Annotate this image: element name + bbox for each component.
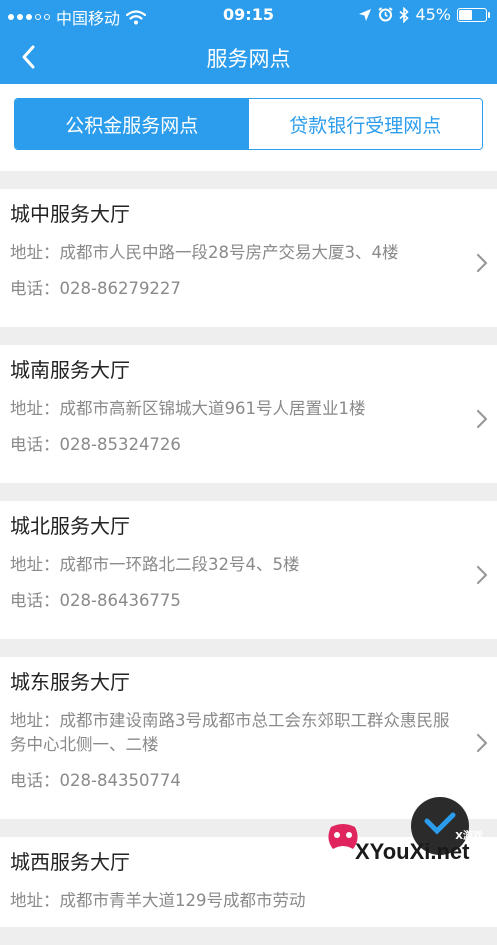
outlet-address: 地址：成都市高新区锦城大道961号人居置业1楼 xyxy=(10,399,366,418)
status-right: 45% xyxy=(358,5,490,24)
tab-loan-bank-outlets[interactable]: 贷款银行受理网点 xyxy=(248,99,482,149)
outlet-name: 城北服务大厅 xyxy=(10,514,130,538)
location-arrow-icon xyxy=(359,8,372,21)
chevron-right-icon xyxy=(476,733,488,753)
outlet-phone: 电话：028-86436775 xyxy=(10,591,181,610)
outlet-phone: 电话：028-86279227 xyxy=(10,279,181,298)
outlet-address: 地址：成都市青羊大道129号成都市劳动 xyxy=(10,891,306,910)
segmented-tabs: 公积金服务网点 贷款银行受理网点 xyxy=(14,98,483,150)
alarm-icon xyxy=(378,7,394,22)
tab-provident-fund-outlets[interactable]: 公积金服务网点 xyxy=(15,99,249,149)
chevron-right-icon xyxy=(476,409,488,429)
outlet-address: 地址：成都市人民中路一段28号房产交易大厦3、4楼 xyxy=(10,243,399,262)
page-title: 服务网点 xyxy=(206,47,291,71)
watermark: X游戏 XYouXi.net xyxy=(321,797,491,877)
outlet-phone: 电话：028-84350774 xyxy=(10,771,181,790)
nav-bar: 服务网点 xyxy=(0,30,497,84)
outlet-name: 城中服务大厅 xyxy=(10,202,130,226)
outlet-card[interactable]: 城北服务大厅 地址：成都市一环路北二段32号4、5楼 电话：028-864367… xyxy=(0,501,497,639)
tabs-container: 公积金服务网点 贷款银行受理网点 xyxy=(0,84,497,171)
chevron-right-icon xyxy=(476,253,488,273)
outlet-name: 城东服务大厅 xyxy=(10,670,130,694)
chevron-right-icon xyxy=(476,565,488,585)
bluetooth-icon xyxy=(399,6,410,23)
outlet-address: 地址：成都市建设南路3号成都市总工会东郊职工群众惠民服务中心北侧一、二楼 xyxy=(10,711,450,754)
app-header: 中国移动 09:15 45% 服务网点 xyxy=(0,0,497,84)
battery-percent: 45% xyxy=(415,5,451,24)
battery-icon xyxy=(457,7,490,22)
outlet-phone: 电话：028-85324726 xyxy=(10,435,181,454)
outlet-address: 地址：成都市一环路北二段32号4、5楼 xyxy=(10,555,300,574)
outlet-card[interactable]: 城南服务大厅 地址：成都市高新区锦城大道961号人居置业1楼 电话：028-85… xyxy=(0,345,497,483)
outlet-card[interactable]: 城中服务大厅 地址：成都市人民中路一段28号房产交易大厦3、4楼 电话：028-… xyxy=(0,189,497,327)
outlet-name: 城南服务大厅 xyxy=(10,358,130,382)
status-bar: 中国移动 09:15 45% xyxy=(0,0,497,30)
watermark-text: XYouXi.net xyxy=(355,839,470,864)
outlet-card[interactable]: 城东服务大厅 地址：成都市建设南路3号成都市总工会东郊职工群众惠民服务中心北侧一… xyxy=(0,657,497,819)
